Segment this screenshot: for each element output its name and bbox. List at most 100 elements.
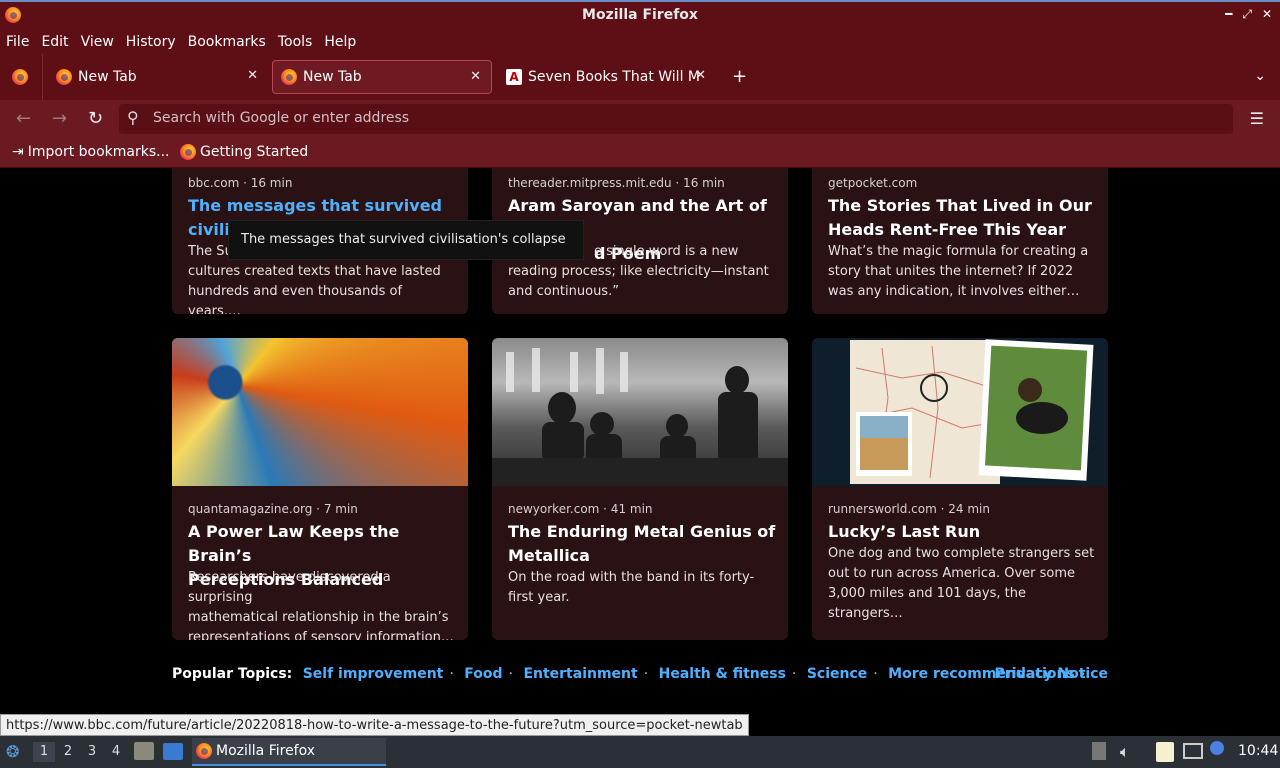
story-thumbnail-fractal — [172, 338, 468, 486]
tab-label: New Tab — [303, 69, 362, 85]
close-window-icon[interactable]: ✕ — [1262, 7, 1272, 22]
headline-line: Lucky’s Last Run — [828, 522, 981, 541]
forward-arrow-icon[interactable]: → — [52, 108, 67, 129]
topic-entertainment[interactable]: Entertainment — [523, 666, 637, 682]
new-tab-plus-icon[interactable]: + — [732, 66, 747, 87]
story-card-runnersworld[interactable]: runnersworld.com · 24 min Lucky’s Last R… — [812, 338, 1108, 640]
excerpt-line: reading process; like electricity—instan… — [508, 264, 769, 279]
story-thumbnail-band-photo — [492, 338, 788, 486]
window-controls: ━ ⤢ ✕ — [1225, 7, 1272, 22]
bookmark-import[interactable]: ⇥ Import bookmarks... — [12, 144, 170, 160]
dot-separator: · — [508, 666, 513, 682]
link-tooltip: The messages that survived civilisation'… — [228, 220, 584, 260]
tab-label: New Tab — [78, 69, 137, 85]
title-bar: Mozilla Firefox ━ ⤢ ✕ — [0, 0, 1280, 30]
workspace-4[interactable]: 4 — [105, 742, 127, 762]
excerpt-line: mathematical relationship in the brain’s — [188, 610, 449, 625]
clipboard-icon[interactable] — [1156, 742, 1174, 762]
bookmark-label: Import bookmarks... — [27, 144, 170, 160]
import-icon: ⇥ — [12, 144, 24, 160]
taskbar-window-label: Mozilla Firefox — [216, 743, 316, 759]
topic-self-improvement[interactable]: Self improvement — [303, 666, 444, 682]
taskbar-window-firefox[interactable]: Mozilla Firefox — [192, 738, 386, 766]
bookmark-getting-started[interactable]: Getting Started — [180, 144, 308, 160]
workspace-2[interactable]: 2 — [57, 742, 79, 762]
back-arrow-icon[interactable]: ← — [16, 108, 31, 129]
tab-separator — [42, 54, 43, 100]
story-source: quantamagazine.org · 7 min — [188, 502, 358, 516]
story-source: newyorker.com · 41 min — [508, 502, 653, 516]
workspace-1[interactable]: 1 — [33, 742, 55, 762]
excerpt-line: On the road with the band in its forty- — [508, 570, 755, 585]
network-icon[interactable] — [1183, 743, 1203, 759]
excerpt-line: first year. — [508, 590, 570, 605]
excerpt-line: and continuous.” — [508, 284, 619, 299]
privacy-notice-link[interactable]: Privacy Notice — [995, 666, 1108, 682]
tab-seven-books[interactable]: A Seven Books That Will Ma ✕ — [498, 60, 718, 94]
story-headline[interactable]: The Stories That Lived in Our Heads Rent… — [828, 194, 1098, 242]
notification-icon[interactable] — [1210, 741, 1224, 755]
file-manager-icon[interactable] — [134, 742, 154, 760]
minimize-icon[interactable]: ━ — [1225, 7, 1232, 22]
menu-bar: File Edit View History Bookmarks Tools H… — [0, 30, 1280, 54]
firefox-view-icon[interactable] — [12, 69, 28, 85]
menu-view[interactable]: View — [81, 34, 114, 50]
excerpt-line: One dog and two complete strangers set — [828, 546, 1095, 561]
close-tab-icon[interactable]: ✕ — [695, 68, 706, 83]
restore-icon[interactable]: ⤢ — [1242, 7, 1252, 22]
hamburger-menu-icon[interactable]: ☰ — [1250, 109, 1264, 128]
story-excerpt: Researchers have discovered a surprising… — [188, 568, 458, 640]
tab-strip: New Tab ✕ New Tab ✕ A Seven Books That W… — [0, 54, 1280, 100]
topic-science[interactable]: Science — [807, 666, 867, 682]
tab-label: Seven Books That Will Ma — [528, 69, 700, 85]
list-all-tabs-chevron-down-icon[interactable]: ⌄ — [1254, 68, 1266, 84]
dot-separator: · — [791, 666, 797, 682]
story-card-quanta[interactable]: quantamagazine.org · 7 min A Power Law K… — [172, 338, 468, 640]
tray-updates-icon[interactable] — [1092, 742, 1106, 760]
menu-tools[interactable]: Tools — [278, 34, 313, 50]
show-desktop-icon[interactable] — [163, 743, 183, 760]
search-icon: ⚲ — [127, 108, 139, 127]
menu-file[interactable]: File — [6, 34, 29, 50]
window-title: Mozilla Firefox — [582, 7, 698, 23]
clock: 10:44 — [1238, 743, 1279, 759]
firefox-logo-icon — [196, 743, 212, 759]
status-link-url: https://www.bbc.com/future/article/20220… — [0, 714, 749, 736]
topic-food[interactable]: Food — [464, 666, 502, 682]
new-tab-content: bbc.com · 16 min The messages that survi… — [0, 168, 1280, 736]
url-bar-placeholder: Search with Google or enter address — [153, 110, 410, 126]
firefox-favicon-icon — [281, 69, 297, 85]
story-card-pocket[interactable]: getpocket.com The Stories That Lived in … — [812, 168, 1108, 314]
topic-health-fitness[interactable]: Health & fitness — [659, 666, 786, 682]
popular-topics: Popular Topics: Self improvement · Food · … — [172, 666, 1085, 682]
menu-bookmarks[interactable]: Bookmarks — [188, 34, 266, 50]
url-bar[interactable]: ⚲ Search with Google or enter address — [119, 104, 1233, 134]
excerpt-line: Researchers have discovered a surprising — [188, 570, 391, 605]
menu-edit[interactable]: Edit — [41, 34, 68, 50]
excerpt-line: story that unites the internet? If 2022 — [828, 264, 1074, 279]
tab-new-tab-2[interactable]: New Tab ✕ — [272, 60, 492, 94]
story-headline[interactable]: The Enduring Metal Genius of Metallica — [508, 520, 778, 568]
close-tab-icon[interactable]: ✕ — [470, 69, 481, 84]
bookmark-label: Getting Started — [200, 144, 309, 160]
story-card-newyorker[interactable]: newyorker.com · 41 min The Enduring Meta… — [492, 338, 788, 640]
workspace-3[interactable]: 3 — [81, 742, 103, 762]
story-headline[interactable]: Lucky’s Last Run — [828, 520, 1098, 544]
reload-icon[interactable]: ↻ — [88, 108, 103, 129]
menu-history[interactable]: History — [126, 34, 176, 50]
headline-line: The Stories That Lived in Our — [828, 196, 1092, 215]
site-favicon-icon: A — [506, 69, 522, 85]
headline-line: The messages that survived — [188, 196, 442, 215]
firefox-favicon-icon — [180, 144, 196, 160]
story-excerpt: What’s the magic formula for creating a … — [828, 242, 1098, 302]
story-thumbnail-map-dog — [812, 338, 1108, 486]
volume-icon[interactable]: 🔈︎ — [1120, 742, 1130, 762]
dot-separator: · — [643, 666, 649, 682]
menu-help[interactable]: Help — [324, 34, 356, 50]
close-tab-icon[interactable]: ✕ — [247, 68, 258, 83]
tab-new-tab-1[interactable]: New Tab ✕ — [48, 60, 268, 94]
start-menu-icon[interactable]: ❂ — [6, 742, 19, 761]
story-source: thereader.mitpress.mit.edu · 16 min — [508, 176, 725, 190]
story-excerpt: One dog and two complete strangers set o… — [828, 544, 1098, 624]
excerpt-line: hundreds and even thousands of years.… — [188, 284, 403, 314]
